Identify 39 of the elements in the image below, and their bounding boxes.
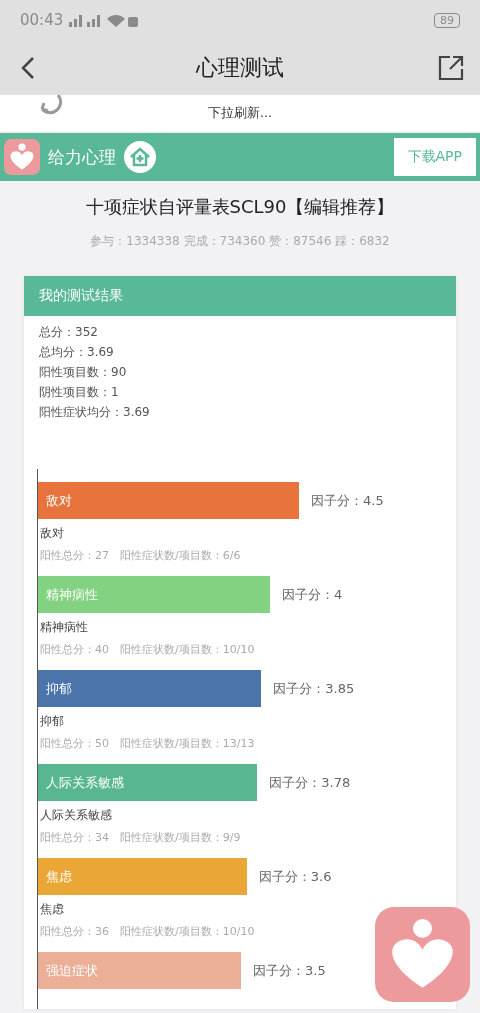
signal-wifi-icon bbox=[69, 13, 140, 27]
factor-bar: 焦虑 bbox=[38, 858, 247, 895]
test-stats: 参与：1334338 完成：734360 赞：87546 踩：6832 bbox=[89, 233, 391, 250]
factor-score: 因子分：3.78 bbox=[269, 773, 351, 792]
summary-line: 总均分：3.69 bbox=[39, 344, 115, 361]
factor-name: 敌对 bbox=[39, 525, 65, 542]
summary-line: 阴性项目数：1 bbox=[39, 384, 120, 401]
factor-detail: 阳性总分：50 阳性症状数/项目数：13/13 bbox=[39, 736, 256, 751]
download-app-button[interactable]: 下载APP bbox=[393, 138, 476, 176]
factor-score: 因子分：3.6 bbox=[258, 867, 332, 886]
factor-name: 精神病性 bbox=[39, 619, 89, 636]
factor-detail: 阳性总分：27 阳性症状数/项目数：6/6 bbox=[39, 548, 242, 563]
clock-time: 00:43 bbox=[20, 11, 64, 29]
factor-bar: 抑郁 bbox=[38, 670, 262, 707]
factor-name: 人际关系敏感 bbox=[39, 807, 113, 824]
share-icon[interactable] bbox=[438, 54, 464, 81]
factor-bar: 敌对 bbox=[38, 482, 299, 519]
heart-logo-icon bbox=[4, 139, 40, 175]
factor-score: 因子分：4 bbox=[282, 585, 343, 604]
factor-score: 因子分：3.85 bbox=[273, 679, 355, 698]
page-title: 心理测试 bbox=[196, 53, 284, 82]
factor-bar: 人际关系敏感 bbox=[38, 764, 258, 801]
battery-level: 89 bbox=[434, 12, 460, 28]
factor-detail: 阳性总分：34 阳性症状数/项目数：9/9 bbox=[39, 830, 242, 845]
factor-detail: 阳性总分：36 阳性症状数/项目数：10/10 bbox=[39, 924, 256, 939]
factor-name: 焦虑 bbox=[39, 901, 65, 918]
brand-name: 给力心理 bbox=[48, 145, 116, 169]
summary-line: 阳性症状均分：3.69 bbox=[39, 404, 151, 421]
pull-refresh-text: 下拉刷新... bbox=[207, 104, 273, 122]
result-header: 我的测试结果 bbox=[24, 276, 456, 316]
factor-name: 抑郁 bbox=[39, 713, 65, 730]
factor-score: 因子分：4.5 bbox=[311, 491, 384, 510]
factor-bar: 精神病性 bbox=[38, 576, 270, 613]
factor-score: 因子分：3.5 bbox=[253, 961, 326, 980]
test-title: 十项症状自评量表SCL90【编辑推荐】 bbox=[84, 195, 396, 219]
summary-line: 总分：352 bbox=[39, 324, 99, 341]
factor-bar: 强迫症状 bbox=[38, 952, 241, 989]
factor-detail: 阳性总分：40 阳性症状数/项目数：10/10 bbox=[39, 642, 256, 657]
summary-line: 阳性项目数：90 bbox=[39, 364, 128, 381]
